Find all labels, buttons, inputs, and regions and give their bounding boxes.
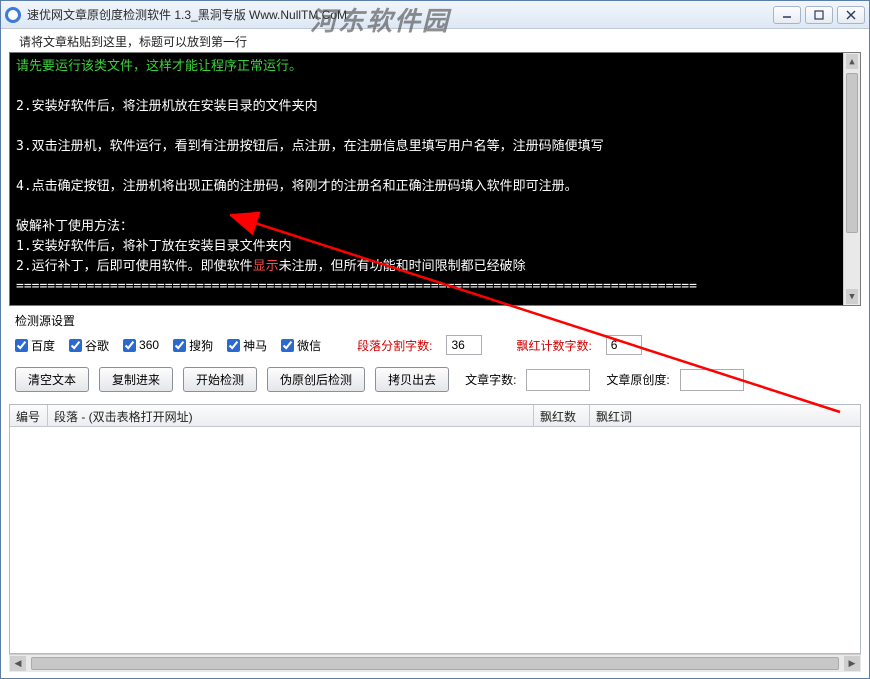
clear-button[interactable]: 清空文本: [15, 367, 89, 392]
wordcount-label: 文章字数:: [465, 371, 516, 388]
hscroll-right-icon[interactable]: ▶: [844, 656, 860, 671]
chk-360[interactable]: 360: [123, 338, 159, 352]
paste-hint: 请将文章粘贴到这里，标题可以放到第一行: [1, 29, 869, 52]
app-window: 速优网文章原创度检测软件 1.3_黑洞专版 Www.NullTM.CoM 请将文…: [0, 0, 870, 679]
chk-weixin[interactable]: 微信: [281, 337, 321, 354]
article-textarea[interactable]: 请先要运行该类文件，这样才能让程序正常运行。 2.安装好软件后，将注册机放在安装…: [9, 52, 861, 306]
col-id[interactable]: 编号: [10, 405, 48, 426]
copy-out-button[interactable]: 拷贝出去: [375, 367, 449, 392]
original-label: 文章原创度:: [606, 371, 669, 388]
table-header: 编号 段落 - (双击表格打开网址) 飘红数 飘红词: [10, 405, 860, 427]
original-field[interactable]: [680, 369, 744, 391]
minimize-button[interactable]: [773, 6, 801, 24]
hscroll-left-icon[interactable]: ◀: [10, 656, 26, 671]
red-count-input[interactable]: [606, 335, 642, 355]
copy-in-button[interactable]: 复制进来: [99, 367, 173, 392]
col-paragraph[interactable]: 段落 - (双击表格打开网址): [48, 405, 534, 426]
chk-sogou[interactable]: 搜狗: [173, 337, 213, 354]
col-redcount[interactable]: 飘红数: [534, 405, 590, 426]
client-area: 请将文章粘贴到这里，标题可以放到第一行 请先要运行该类文件，这样才能让程序正常运…: [1, 29, 869, 678]
window-title: 速优网文章原创度检测软件 1.3_黑洞专版 Www.NullTM.CoM: [27, 6, 347, 23]
hscroll-thumb[interactable]: [31, 657, 839, 670]
scroll-down-icon[interactable]: ▼: [846, 289, 858, 304]
source-group-label: 检测源设置: [1, 306, 869, 331]
maximize-button[interactable]: [805, 6, 833, 24]
source-row: 百度 谷歌 360 搜狗 神马 微信 段落分割字数: 飘红计数字数:: [1, 331, 869, 363]
seg-split-input[interactable]: [446, 335, 482, 355]
scroll-thumb[interactable]: [846, 73, 858, 233]
wordcount-field[interactable]: [526, 369, 590, 391]
start-detect-button[interactable]: 开始检测: [183, 367, 257, 392]
titlebar[interactable]: 速优网文章原创度检测软件 1.3_黑洞专版 Www.NullTM.CoM: [1, 1, 869, 29]
action-row: 清空文本 复制进来 开始检测 伪原创后检测 拷贝出去 文章字数: 文章原创度:: [1, 363, 869, 400]
horizontal-scrollbar[interactable]: ◀ ▶: [9, 654, 861, 672]
scroll-up-icon[interactable]: ▲: [846, 54, 858, 69]
result-table[interactable]: 编号 段落 - (双击表格打开网址) 飘红数 飘红词: [9, 404, 861, 654]
chk-google[interactable]: 谷歌: [69, 337, 109, 354]
editor-scrollbar[interactable]: ▲ ▼: [843, 53, 860, 305]
col-redword[interactable]: 飘红词: [590, 405, 860, 426]
chk-baidu[interactable]: 百度: [15, 337, 55, 354]
red-count-label: 飘红计数字数:: [516, 337, 591, 354]
close-button[interactable]: [837, 6, 865, 24]
seg-split-label: 段落分割字数:: [357, 337, 432, 354]
table-body: [10, 427, 860, 653]
pseudo-detect-button[interactable]: 伪原创后检测: [267, 367, 365, 392]
chk-shenma[interactable]: 神马: [227, 337, 267, 354]
app-icon: [5, 7, 21, 23]
